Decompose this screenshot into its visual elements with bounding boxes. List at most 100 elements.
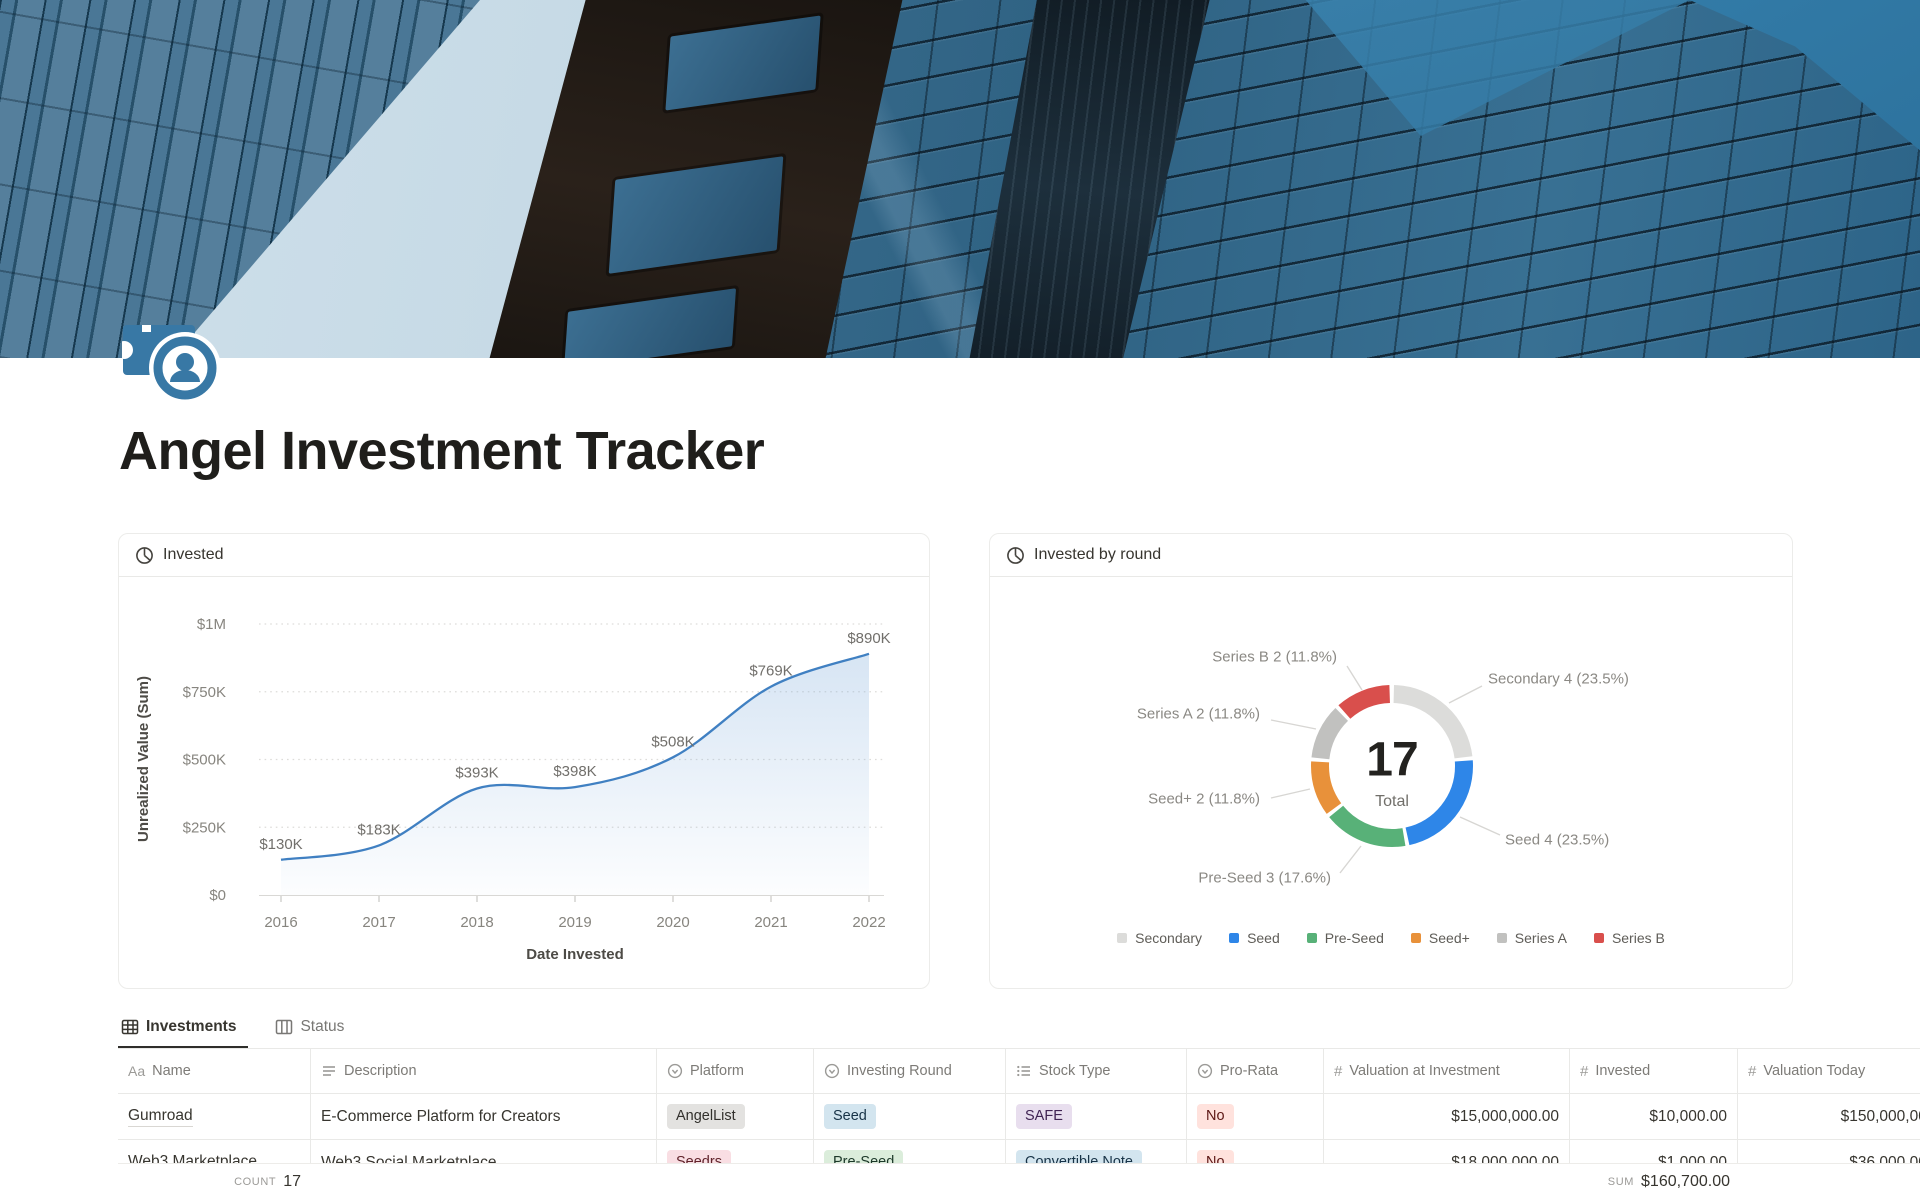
column-header-label: Description (344, 1063, 417, 1079)
legend-item[interactable]: Series A (1497, 930, 1567, 946)
pie-chart-icon (1006, 546, 1025, 565)
column-header-invested[interactable]: # Invested (1570, 1049, 1738, 1093)
chart-card-invested-header[interactable]: Invested (119, 534, 929, 577)
cell-pro-rata[interactable]: No (1187, 1094, 1324, 1139)
svg-text:2019: 2019 (558, 914, 591, 931)
table-row: Gumroad E-Commerce Platform for Creators A… (118, 1094, 1920, 1140)
legend-swatch (1497, 933, 1507, 943)
svg-text:2020: 2020 (656, 914, 689, 931)
svg-text:$890K: $890K (847, 630, 890, 647)
svg-text:$0: $0 (209, 887, 226, 904)
title-property-icon: Aa (128, 1063, 145, 1079)
svg-text:$183K: $183K (357, 821, 400, 838)
donut-total-value: 17 (1366, 733, 1417, 788)
text-property-icon (321, 1063, 337, 1079)
column-header-stock-type[interactable]: Stock Type (1006, 1049, 1187, 1093)
column-header-valuation-today[interactable]: #Valuation Today (1738, 1049, 1920, 1093)
legend-label: Seed+ (1429, 930, 1470, 946)
svg-text:Date Invested: Date Invested (526, 946, 624, 963)
column-header-pro-rata[interactable]: Pro-Rata (1187, 1049, 1324, 1093)
donut-label: Series B 2 (11.8%) (1212, 649, 1337, 666)
column-header-label: Invested (1595, 1063, 1650, 1079)
database-view: Investments Status Aa Name Description Plat… (118, 1006, 1920, 1199)
sum-value: $160,700.00 (1641, 1173, 1730, 1191)
column-header-description[interactable]: Description (311, 1049, 657, 1093)
page-icon[interactable] (122, 316, 224, 400)
legend-swatch (1229, 933, 1239, 943)
chart-title: Invested (163, 546, 223, 564)
svg-text:$398K: $398K (553, 763, 596, 780)
svg-text:2018: 2018 (460, 914, 493, 931)
tag-angellist: AngelList (667, 1104, 745, 1129)
tab-label: Investments (146, 1018, 236, 1036)
donut-label: Seed+ 2 (11.8%) (1148, 791, 1260, 808)
tag-safe: SAFE (1016, 1104, 1072, 1129)
legend-swatch (1117, 933, 1127, 943)
tag-no: No (1197, 1104, 1234, 1129)
chart-title: Invested by round (1034, 546, 1161, 564)
svg-text:Unrealized Value (Sum): Unrealized Value (Sum) (135, 676, 152, 842)
column-header-label: Valuation at Investment (1349, 1063, 1499, 1079)
column-header-platform[interactable]: Platform (657, 1049, 814, 1093)
legend-label: Pre-Seed (1325, 930, 1384, 946)
cell-name[interactable]: Gumroad (118, 1094, 311, 1139)
number-property-icon: # (1580, 1063, 1588, 1080)
column-header-name[interactable]: Aa Name (118, 1049, 311, 1093)
column-header-investing-round[interactable]: Investing Round (814, 1049, 1006, 1093)
cell-description[interactable]: E-Commerce Platform for Creators (311, 1094, 657, 1139)
cell-valuation-at-investment[interactable]: $15,000,000.00 (1324, 1094, 1570, 1139)
donut-label: Secondary 4 (23.5%) (1488, 671, 1629, 688)
column-header-label: Name (152, 1063, 191, 1079)
svg-text:2021: 2021 (754, 914, 787, 931)
chart-card-invested: Invested $0$250K$500K$750K$1M20162017201… (118, 533, 930, 989)
legend-item[interactable]: Series B (1594, 930, 1665, 946)
board-view-icon (275, 1018, 293, 1036)
view-tabs: Investments Status (118, 1006, 1920, 1048)
svg-text:$508K: $508K (651, 733, 694, 750)
chart-card-by-round-header[interactable]: Invested by round (990, 534, 1792, 577)
page-link: Gumroad (128, 1107, 193, 1127)
select-property-icon (1197, 1063, 1213, 1079)
cover-image[interactable] (0, 0, 1920, 358)
tab-status[interactable]: Status (272, 1018, 356, 1048)
legend-item[interactable]: Secondary (1117, 930, 1202, 946)
legend-label: Secondary (1135, 930, 1202, 946)
svg-text:$1M: $1M (197, 616, 226, 633)
svg-text:$769K: $769K (749, 663, 792, 680)
cell-stock-type[interactable]: SAFE (1006, 1094, 1187, 1139)
column-header-label: Stock Type (1039, 1063, 1110, 1079)
tab-investments[interactable]: Investments (118, 1018, 248, 1048)
tab-label: Status (300, 1018, 344, 1036)
legend-item[interactable]: Seed+ (1411, 930, 1470, 946)
donut-label: Seed 4 (23.5%) (1505, 832, 1609, 849)
svg-text:$750K: $750K (183, 684, 226, 701)
cell-platform[interactable]: AngelList (657, 1094, 814, 1139)
cell-investing-round[interactable]: Seed (814, 1094, 1006, 1139)
legend-label: Series A (1515, 930, 1567, 946)
cell-invested[interactable]: $10,000.00 (1570, 1094, 1738, 1139)
legend-swatch (1411, 933, 1421, 943)
investor-money-icon (122, 316, 224, 400)
table-footer: COUNT 17 SUM $160,700.00 (118, 1163, 1920, 1199)
table-view-icon (121, 1018, 139, 1036)
svg-text:$500K: $500K (183, 752, 226, 769)
page-title[interactable]: Angel Investment Tracker (119, 420, 1319, 482)
svg-text:$130K: $130K (259, 836, 302, 853)
donut-legend: Secondary Seed Pre-Seed Seed+ Series A Series… (990, 930, 1792, 946)
line-chart-area: $0$250K$500K$750K$1M20162017201820192020… (119, 578, 929, 988)
legend-item[interactable]: Pre-Seed (1307, 930, 1384, 946)
pie-chart-icon (135, 546, 154, 565)
donut-chart-area: 17 Total Secondary Seed Pre-Seed Seed+ Serie… (990, 578, 1792, 988)
legend-swatch (1594, 933, 1604, 943)
svg-text:2022: 2022 (852, 914, 885, 931)
legend-item[interactable]: Seed (1229, 930, 1280, 946)
sum-aggregate[interactable]: SUM $160,700.00 (118, 1164, 1730, 1199)
column-header-label: Platform (690, 1063, 744, 1079)
number-property-icon: # (1334, 1063, 1342, 1080)
donut-total-label: Total (1375, 793, 1409, 811)
column-header-valuation-at-investment[interactable]: # Valuation at Investment (1324, 1049, 1570, 1093)
tag-seed: Seed (824, 1104, 876, 1129)
select-property-icon (824, 1063, 840, 1079)
cell-valuation-today[interactable]: $150,000,000.00 (1738, 1094, 1920, 1139)
donut-label: Pre-Seed 3 (17.6%) (1198, 870, 1331, 887)
